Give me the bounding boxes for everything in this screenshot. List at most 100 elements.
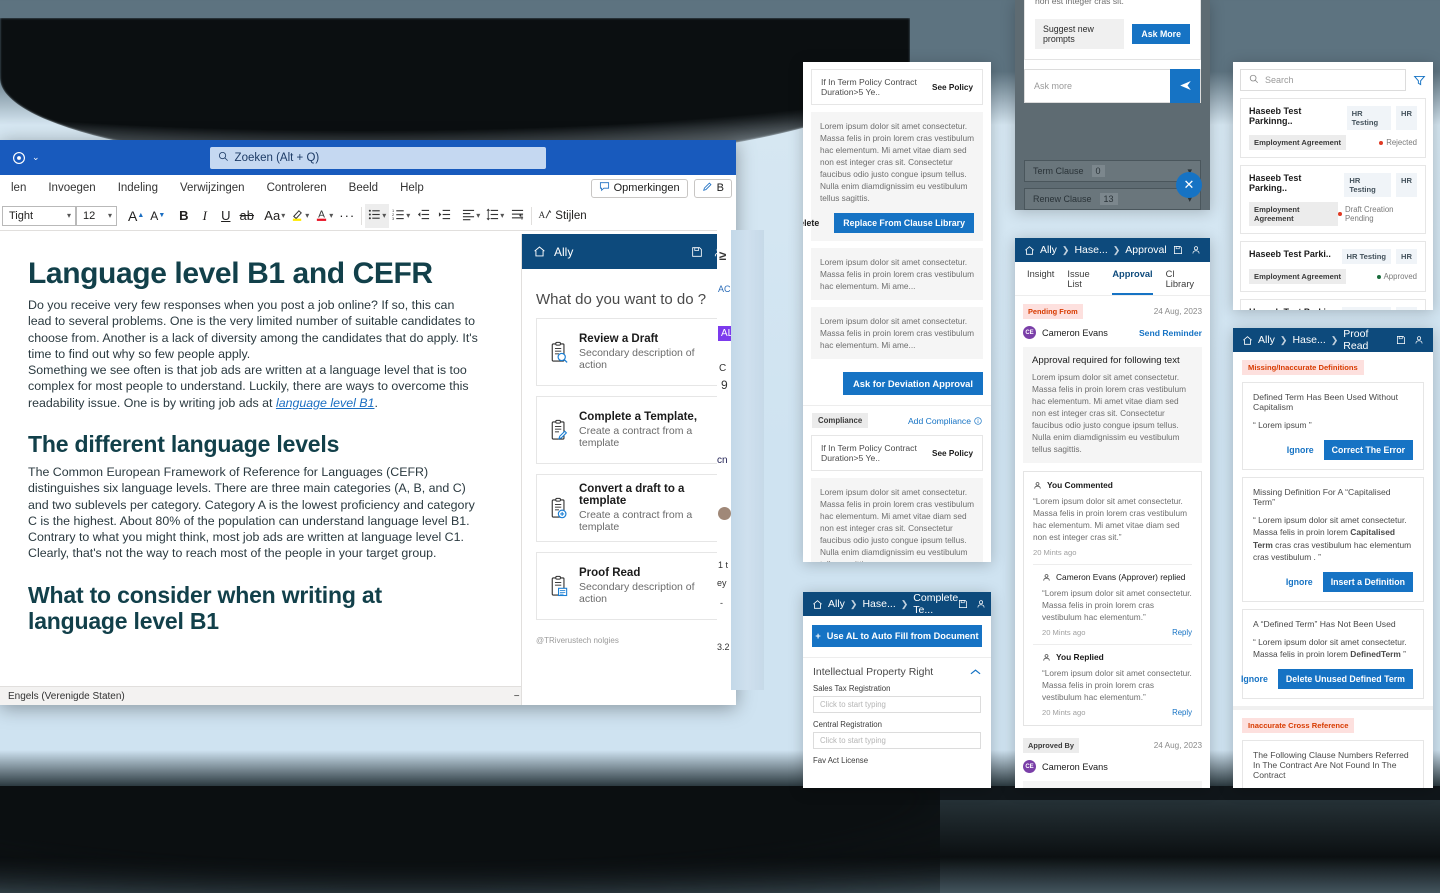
- filter-icon[interactable]: [1413, 74, 1426, 87]
- tab-indeling[interactable]: Indeling: [107, 178, 169, 198]
- tab-insight[interactable]: Insight: [1027, 269, 1054, 295]
- term-clause-row[interactable]: Term Clause 0 ▾: [1024, 160, 1201, 182]
- suggest-new-prompts-button[interactable]: Suggest new prompts: [1035, 18, 1125, 49]
- comments-button[interactable]: Opmerkingen: [590, 178, 688, 198]
- font-color-button[interactable]: A ▾: [312, 204, 336, 228]
- breadcrumb-contract[interactable]: Hase...: [1074, 244, 1107, 256]
- delete-unused-defined-term-button[interactable]: Delete Unused Defined Term: [1277, 669, 1413, 690]
- clause-block-alt-1[interactable]: Lorem ipsum dolor sit amet consectetur. …: [811, 248, 983, 301]
- delete-button[interactable]: Delete: [803, 214, 826, 232]
- status-badge: Approved: [1376, 272, 1417, 281]
- style-combo[interactable]: Tight ▾: [2, 205, 76, 226]
- table-row[interactable]: Haseeb Test Parki.. HR Testing HR Employ…: [1240, 299, 1426, 310]
- save-icon[interactable]: [958, 599, 968, 609]
- increase-indent-button[interactable]: [434, 204, 455, 228]
- line-spacing-button[interactable]: ▾: [483, 204, 507, 228]
- more-font-options-button[interactable]: ···: [336, 204, 358, 228]
- breadcrumb-ally[interactable]: Ally: [828, 598, 845, 610]
- bold-button[interactable]: B: [173, 204, 194, 228]
- breadcrumb-contract[interactable]: Hase...: [862, 598, 895, 610]
- tab-beeld[interactable]: Beeld: [338, 178, 389, 198]
- numbering-button[interactable]: 123 ▾: [389, 204, 413, 228]
- ask-more-input[interactable]: Ask more: [1025, 81, 1170, 91]
- tab-controleren[interactable]: Controleren: [256, 178, 338, 198]
- policy-row[interactable]: If In Term Policy Contract Duration>5 Ye…: [811, 69, 983, 105]
- home-icon[interactable]: [533, 245, 546, 258]
- ignore-button[interactable]: Ignore: [1287, 445, 1314, 455]
- home-icon[interactable]: [1024, 245, 1035, 256]
- breadcrumb-contract[interactable]: Hase...: [1292, 334, 1325, 346]
- save-icon[interactable]: [1396, 335, 1406, 345]
- ally-action-proof-read[interactable]: Proof Read Secondary description of acti…: [536, 552, 722, 620]
- zoom-out-button[interactable]: −: [514, 691, 520, 702]
- reply-button[interactable]: Reply: [1172, 628, 1192, 637]
- shrink-font-button[interactable]: A ▼: [147, 204, 168, 228]
- renew-clause-row[interactable]: Renew Clause 13 ▾: [1024, 188, 1201, 210]
- user-icon[interactable]: [976, 599, 986, 609]
- bullets-button[interactable]: ▾: [365, 203, 390, 228]
- reply-button[interactable]: Reply: [1172, 708, 1192, 717]
- chevron-down-icon[interactable]: ⌄: [32, 152, 40, 163]
- breadcrumb-ally[interactable]: Ally: [1040, 244, 1057, 256]
- align-button[interactable]: ▾: [459, 204, 483, 228]
- close-icon[interactable]: ✕: [1176, 172, 1202, 198]
- see-policy-button[interactable]: See Policy: [932, 83, 973, 92]
- user-icon[interactable]: [1414, 335, 1424, 345]
- tab-cl-library[interactable]: Cl Library: [1166, 269, 1198, 295]
- paragraph-marks-button[interactable]: ¶: [507, 204, 528, 228]
- ally-action-complete-template[interactable]: Complete a Template, Create a contract f…: [536, 396, 722, 464]
- underline-button[interactable]: U: [215, 204, 236, 228]
- search-icon: [1249, 74, 1259, 86]
- ally-action-review-draft[interactable]: Review a Draft Secondary description of …: [536, 318, 722, 386]
- ignore-button[interactable]: Ignore: [1286, 577, 1313, 587]
- tab-approval[interactable]: Approval: [1112, 269, 1153, 295]
- save-icon[interactable]: [691, 246, 703, 258]
- ignore-button[interactable]: Ignore: [1241, 674, 1268, 684]
- table-row[interactable]: Haseeb Test Parkinng.. HR Testing HR Emp…: [1240, 98, 1426, 158]
- see-policy-button[interactable]: See Policy: [932, 449, 973, 458]
- styles-button[interactable]: A Stijlen: [535, 204, 589, 228]
- table-row[interactable]: Haseeb Test Parki.. HR Testing HR Employ…: [1240, 241, 1426, 292]
- autosave-icon[interactable]: [10, 149, 28, 167]
- ask-for-deviation-approval-button[interactable]: Ask for Deviation Approval: [843, 372, 983, 396]
- table-row[interactable]: Haseeb Test Parking.. HR Testing HR Empl…: [1240, 165, 1426, 234]
- send-reminder-button[interactable]: Send Reminder: [1139, 328, 1202, 338]
- search-input[interactable]: Zoeken (Alt + Q): [209, 146, 546, 169]
- auto-fill-button[interactable]: + Use AL to Auto Fill from Document: [812, 625, 982, 647]
- send-icon[interactable]: [1170, 68, 1200, 103]
- chevron-up-icon[interactable]: [970, 668, 981, 676]
- insert-a-definition-button[interactable]: Insert a Definition: [1322, 571, 1413, 592]
- decrease-indent-button[interactable]: [413, 204, 434, 228]
- correct-the-error-button[interactable]: Correct The Error: [1323, 440, 1413, 461]
- highlight-button[interactable]: ▾: [288, 204, 312, 228]
- editing-button[interactable]: B: [693, 178, 732, 198]
- tab-verwijzingen[interactable]: Verwijzingen: [169, 178, 256, 198]
- ally-action-convert-draft[interactable]: Convert a draft to a template Create a c…: [536, 474, 722, 542]
- tab-issue-list[interactable]: Issue List: [1067, 269, 1099, 295]
- info-icon[interactable]: [974, 417, 982, 425]
- language-level-link[interactable]: language level B1: [276, 396, 375, 410]
- tab-len[interactable]: len: [0, 178, 37, 198]
- sales-tax-registration-input[interactable]: Click to start typing: [813, 696, 981, 713]
- home-icon[interactable]: [1242, 335, 1253, 346]
- change-case-button[interactable]: Aa ▾: [261, 204, 288, 228]
- add-compliance-link[interactable]: Add Compliance: [908, 416, 971, 426]
- ask-more-button[interactable]: Ask More: [1132, 23, 1190, 44]
- paragraph-2-post: .: [374, 395, 378, 410]
- tab-invoegen[interactable]: Invoegen: [37, 178, 106, 198]
- italic-button[interactable]: I: [194, 204, 215, 228]
- language-status[interactable]: Engels (Verenigde Staten): [8, 691, 125, 702]
- policy-row[interactable]: If In Term Policy Contract Duration>5 Ye…: [811, 435, 983, 472]
- clause-block-alt-2[interactable]: Lorem ipsum dolor sit amet consectetur. …: [811, 307, 983, 360]
- replace-from-clause-library-button[interactable]: Replace From Clause Library: [834, 213, 974, 234]
- grow-font-button[interactable]: A ▲: [125, 204, 147, 228]
- home-icon[interactable]: [812, 599, 823, 610]
- search-input[interactable]: Search: [1240, 69, 1406, 91]
- central-registration-input[interactable]: Click to start typing: [813, 732, 981, 749]
- tab-help[interactable]: Help: [389, 178, 435, 198]
- save-icon[interactable]: [1173, 245, 1183, 255]
- breadcrumb-ally[interactable]: Ally: [1258, 334, 1275, 346]
- user-icon[interactable]: [1191, 245, 1201, 255]
- strikethrough-button[interactable]: ab: [236, 204, 257, 228]
- font-size-combo[interactable]: 12 ▾: [76, 205, 117, 226]
